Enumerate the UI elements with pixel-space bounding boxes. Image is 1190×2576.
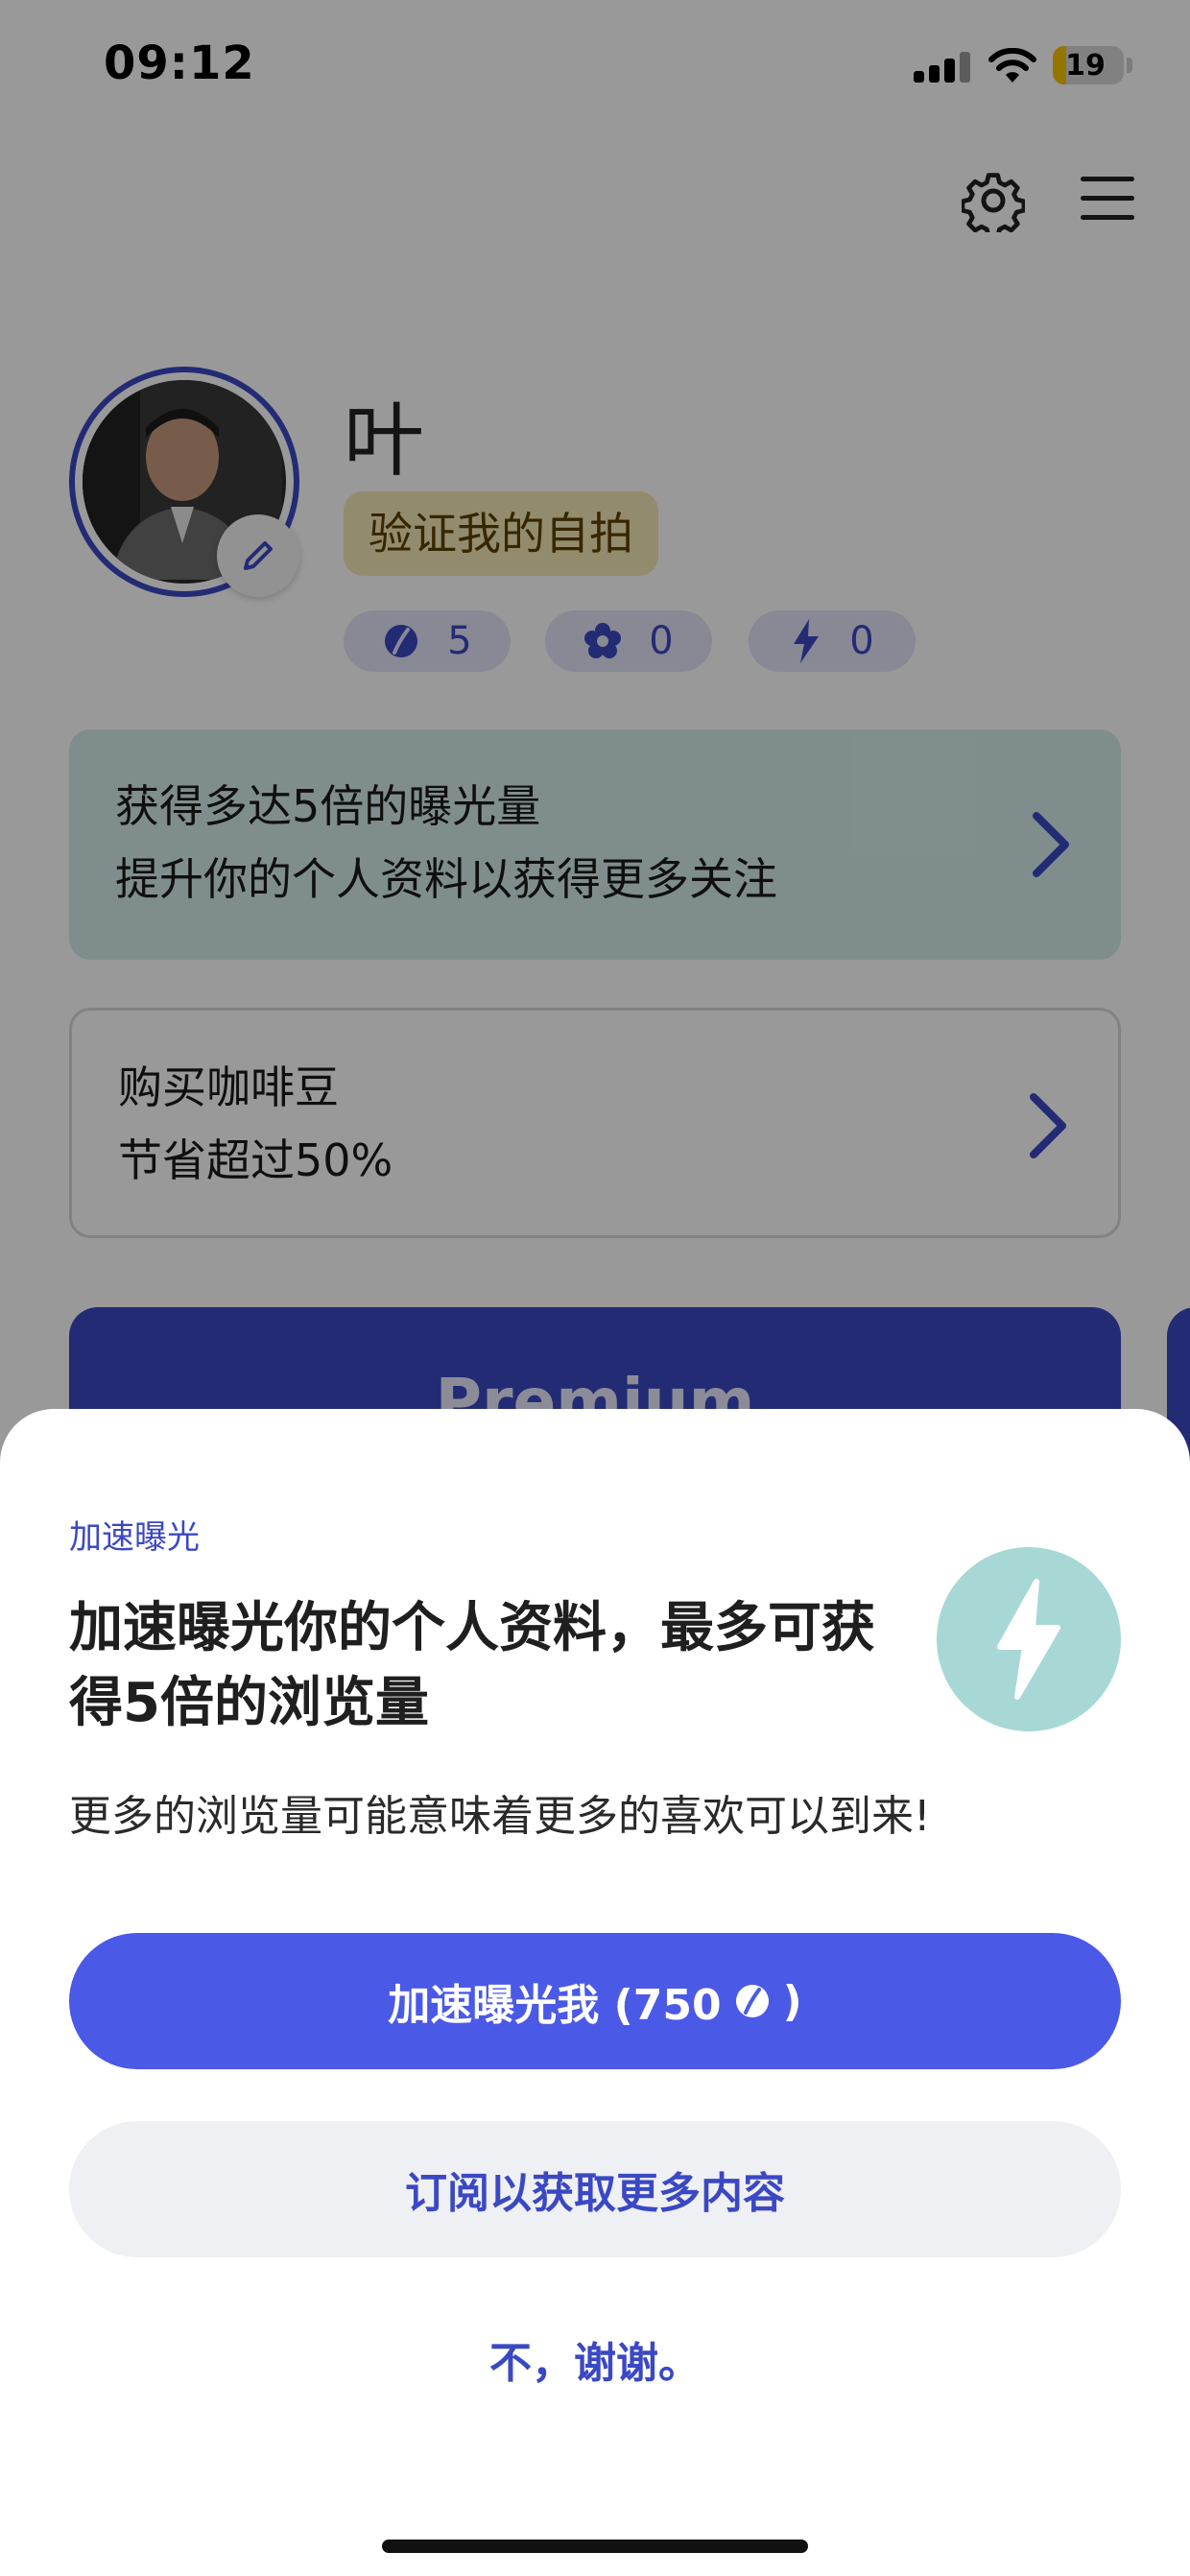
boost-me-button[interactable]: 加速曝光我 (750 ) xyxy=(69,1933,1121,2069)
no-thanks-button[interactable]: 不，谢谢。 xyxy=(357,2311,833,2407)
boost-bottom-sheet: 加速曝光 加速曝光你的个人资料，最多可获得5倍的浏览量 更多的浏览量可能意味着更… xyxy=(0,1409,1190,2576)
subscribe-button[interactable]: 订阅以获取更多内容 xyxy=(69,2121,1121,2257)
sheet-title: 加速曝光你的个人资料，最多可获得5倍的浏览量 xyxy=(69,1597,875,1734)
sheet-eyebrow: 加速曝光 xyxy=(69,1518,200,1557)
boost-me-label: 加速曝光我 (750 xyxy=(388,1981,722,2030)
boost-badge xyxy=(937,1547,1121,1731)
coffee-bean-icon xyxy=(735,1985,769,2017)
home-indicator xyxy=(382,2540,808,2553)
boost-me-label-close: ) xyxy=(782,1976,802,2026)
sheet-subtitle: 更多的浏览量可能意味着更多的喜欢可以到来! xyxy=(69,1792,931,1841)
lightning-icon xyxy=(997,1579,1060,1700)
